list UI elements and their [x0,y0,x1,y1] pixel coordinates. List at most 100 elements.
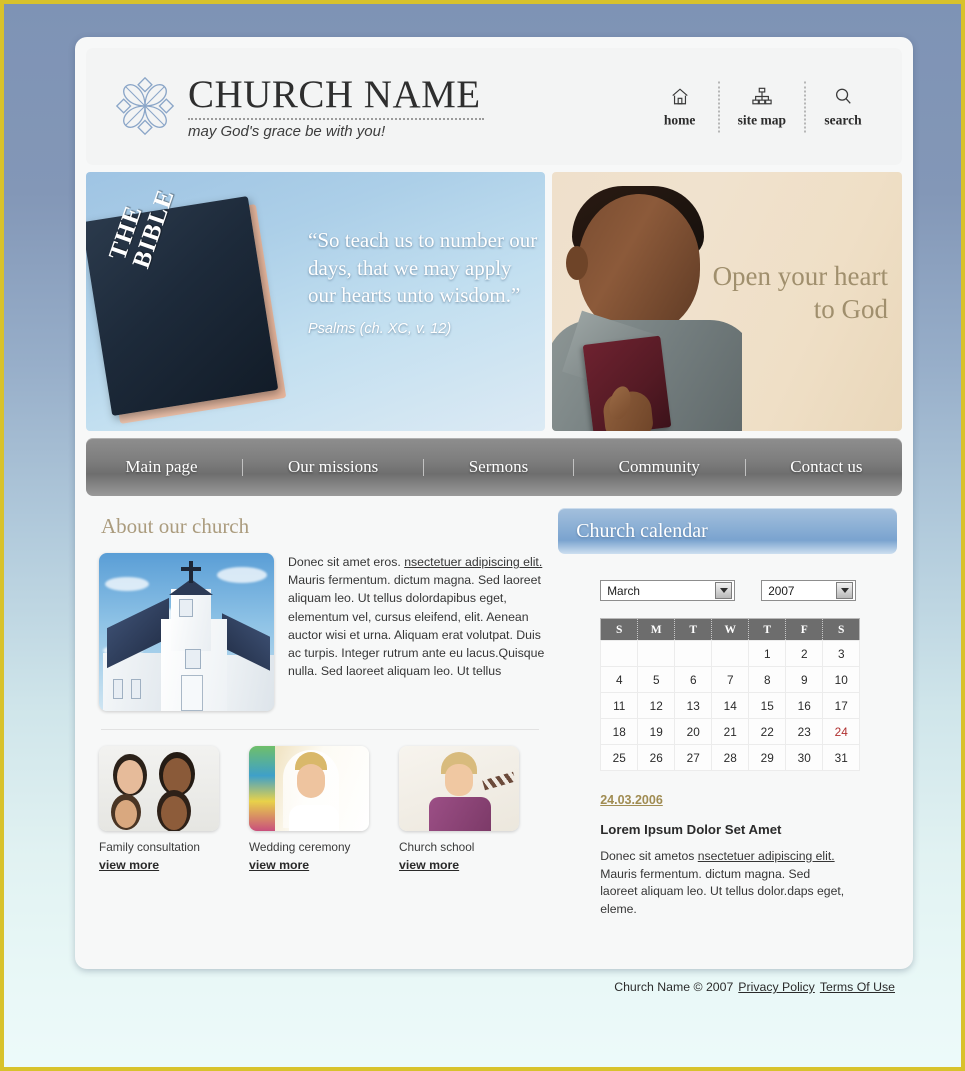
calendar-day[interactable] [637,640,676,667]
footer-link-privacy-policy[interactable]: Privacy Policy [738,980,815,994]
title-divider [188,117,484,120]
calendar-day[interactable]: 4 [600,666,639,693]
calendar-day[interactable]: 15 [748,692,787,719]
calendar-day[interactable]: 14 [711,692,750,719]
chevron-down-icon[interactable] [715,582,733,599]
weekday-thu: T [748,618,787,641]
about-text: Donec sit amet eros. nsectetuer adipisci… [288,553,549,711]
header-nav-sitemap-label: site map [737,112,786,127]
calendar-day[interactable]: 16 [785,692,824,719]
header-nav: home site map search [642,81,880,132]
gallery-caption-family: Family consultation [99,840,200,854]
calendar-day[interactable]: 31 [822,744,861,771]
footer-copyright: Church Name © 2007 [614,980,734,994]
news-date[interactable]: 24.03.2006 [600,793,663,807]
news-text-after: Mauris fermentum. dictum magna. Sed laor… [600,866,845,917]
calendar-day[interactable]: 3 [822,640,861,667]
gallery-link-school[interactable]: view more [399,858,459,872]
calendar-day[interactable]: 20 [674,718,713,745]
calendar-day[interactable]: 9 [785,666,824,693]
calendar-day[interactable]: 5 [637,666,676,693]
gallery-item-family: Family consultation view more [99,746,219,874]
page-card: CHURCH NAME may God's grace be with you!… [75,37,913,969]
calendar-day[interactable]: 22 [748,718,787,745]
header-nav-search[interactable]: search [804,81,880,132]
calendar-day[interactable]: 8 [748,666,787,693]
calendar-day[interactable]: 27 [674,744,713,771]
calendar-day[interactable] [674,640,713,667]
church-window [131,679,141,699]
calendar-day[interactable]: 17 [822,692,861,719]
calendar-grid: S M T W T F S 1 2 3 4 5 6 7 8 9 10 11 12… [600,618,861,771]
calendar-day[interactable]: 18 [600,718,639,745]
calendar-day[interactable]: 12 [637,692,676,719]
nav-item-sermons[interactable]: Sermons [463,457,535,477]
church-cross-bar [181,567,201,571]
calendar-day-selected[interactable]: 24 [822,718,861,745]
calendar-day[interactable] [711,640,750,667]
about-row: Donec sit amet eros. nsectetuer adipisci… [91,553,549,711]
calendar-week-row: 25 26 27 28 29 30 31 [600,744,861,771]
header-nav-home[interactable]: home [642,81,718,132]
month-select[interactable]: March [600,580,736,601]
about-section-title: About our church [101,514,250,538]
face [163,758,191,794]
calendar-day[interactable]: 13 [674,692,713,719]
calendar-day[interactable]: 25 [600,744,639,771]
calendar-day[interactable]: 7 [711,666,750,693]
nav-item-main-page[interactable]: Main page [119,457,203,477]
about-inline-link[interactable]: nsectetuer adipiscing elit. [404,555,542,569]
calendar-day[interactable]: 26 [637,744,676,771]
brand[interactable]: CHURCH NAME may God's grace be with you! [114,73,484,140]
calendar-week-row: 11 12 13 14 15 16 17 [600,692,861,719]
calendar-day[interactable]: 28 [711,744,750,771]
news-body: Donec sit ametos nsectetuer adipiscing e… [600,848,850,919]
sitemap-icon [751,85,773,107]
chevron-down-icon[interactable] [836,582,854,599]
sweater [429,797,491,831]
year-select[interactable]: 2007 [761,580,857,601]
footer-link-terms-of-use[interactable]: Terms Of Use [820,980,895,994]
calendar-day[interactable]: 23 [785,718,824,745]
search-icon [833,85,853,107]
church-window [113,679,123,699]
gallery-item-school: Church school view more [399,746,519,874]
news-title: Lorem Ipsum Dolor Set Amet [600,822,782,837]
gallery-link-family[interactable]: view more [99,858,159,872]
church-window [185,649,201,669]
header-nav-sitemap[interactable]: site map [717,81,804,132]
gallery-caption-wedding: Wedding ceremony [249,840,351,854]
calendar-day[interactable]: 6 [674,666,713,693]
month-select-value: March [607,583,640,598]
calendar-day[interactable]: 11 [600,692,639,719]
page-title: CHURCH NAME [188,73,481,117]
calendar-day[interactable] [600,640,639,667]
calendar-day[interactable]: 29 [748,744,787,771]
nav-item-contact-us[interactable]: Contact us [784,457,868,477]
calendar-day[interactable]: 19 [637,718,676,745]
girl-photo[interactable] [399,746,519,831]
bride-photo[interactable] [249,746,369,831]
calendar-day[interactable]: 21 [711,718,750,745]
weekday-tue: T [674,618,713,641]
banner-row: THE BIBLE “So teach us to number our days… [86,172,902,431]
calendar-week-row: 18 19 20 21 22 23 24 [600,718,861,745]
gallery-link-wedding[interactable]: view more [249,858,309,872]
church-flower-logo-icon [115,77,175,136]
thumbnail-gallery: Family consultation view more Wedding ce… [91,746,549,874]
year-select-value: 2007 [768,583,795,598]
nav-item-our-missions[interactable]: Our missions [282,457,384,477]
header-nav-home-label: home [663,112,696,127]
calendar-day[interactable]: 30 [785,744,824,771]
cloud [217,567,267,583]
nav-separator [744,458,746,476]
calendar-day[interactable]: 10 [822,666,861,693]
face [161,796,187,830]
weekday-sat: S [822,618,860,641]
about-column: About our church Donec sit amet eros. ns… [91,508,549,919]
family-photo[interactable] [99,746,219,831]
calendar-day[interactable]: 2 [785,640,824,667]
nav-item-community[interactable]: Community [613,457,706,477]
news-inline-link[interactable]: nsectetuer adipiscing elit. [698,849,835,863]
calendar-day[interactable]: 1 [748,640,787,667]
